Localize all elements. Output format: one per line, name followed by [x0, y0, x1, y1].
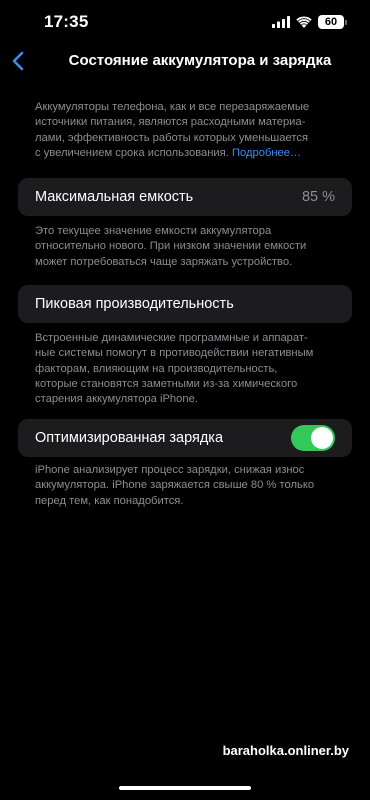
optimized-charging-toggle[interactable]	[291, 425, 335, 451]
home-indicator[interactable]	[119, 786, 251, 790]
intro-text: Аккумуляторы телефона, как и все перезар…	[35, 100, 335, 161]
intro-line: источники питания, являются расходными м…	[35, 116, 306, 129]
footnote-line: iPhone анализирует процесс зарядки, сниж…	[35, 464, 305, 476]
signal-icon	[272, 16, 290, 28]
peak-performance-footnote: Встроенные динамические программные и ап…	[35, 331, 335, 407]
battery-icon: 60	[318, 15, 347, 29]
back-button[interactable]	[6, 48, 30, 74]
status-time: 17:35	[44, 12, 89, 31]
footnote-line: может потребоваться чаще заряжать устрой…	[35, 255, 293, 268]
navigation-bar: Состояние аккумулятора и зарядка	[0, 44, 370, 78]
footnote-line: Встроенные динамические программные и ап…	[35, 332, 308, 344]
toggle-knob	[311, 427, 333, 449]
intro-line: лами, эффективность работы которых умень…	[35, 131, 309, 144]
footnote-line: перед тем, как понадобится.	[35, 494, 184, 507]
intro-line: с увеличением срока использования. Подро…	[35, 146, 335, 161]
peak-performance-row[interactable]: Пиковая производительность	[18, 285, 352, 323]
footnote-line: старения аккумулятора iPhone.	[35, 393, 198, 406]
footnote-line: факторам, влияющим на производительность…	[35, 362, 278, 375]
optimized-charging-label: Оптимизированная зарядка	[35, 430, 224, 446]
chevron-left-icon	[12, 51, 24, 71]
watermark: baraholka.onliner.by	[222, 743, 349, 758]
status-icons: 60	[272, 14, 347, 30]
optimized-charging-row: Оптимизированная зарядка	[18, 419, 352, 457]
optimized-charging-footnote: iPhone анализирует процесс зарядки, сниж…	[35, 463, 335, 509]
page-title: Состояние аккумулятора и зарядка	[68, 52, 332, 69]
intro-line: Аккумуляторы телефона, как и все перезар…	[35, 101, 310, 113]
max-capacity-label: Максимальная емкость	[35, 189, 194, 205]
footnote-line: Это текущее значение емкости аккумулятор…	[35, 225, 272, 237]
max-capacity-row: Максимальная емкость 85 %	[18, 178, 352, 216]
footnote-line: ные системы помогут в противодействии не…	[35, 347, 314, 360]
footnote-line: аккумулятора. iPhone заряжается свыше 80…	[35, 479, 315, 492]
max-capacity-footnote: Это текущее значение емкости аккумулятор…	[35, 224, 335, 270]
footnote-line: относительно нового. При низком значении…	[35, 240, 307, 253]
wifi-icon	[296, 16, 312, 28]
battery-level: 60	[324, 15, 338, 28]
status-bar: 17:35 60	[0, 0, 370, 44]
intro-line-text: с увеличением срока использования.	[35, 146, 229, 159]
learn-more-link[interactable]: Подробнее…	[232, 147, 301, 159]
footnote-line: которые становятся заметными из-за химич…	[35, 377, 298, 390]
peak-performance-label: Пиковая производительность	[35, 296, 234, 312]
max-capacity-value: 85 %	[301, 189, 335, 205]
